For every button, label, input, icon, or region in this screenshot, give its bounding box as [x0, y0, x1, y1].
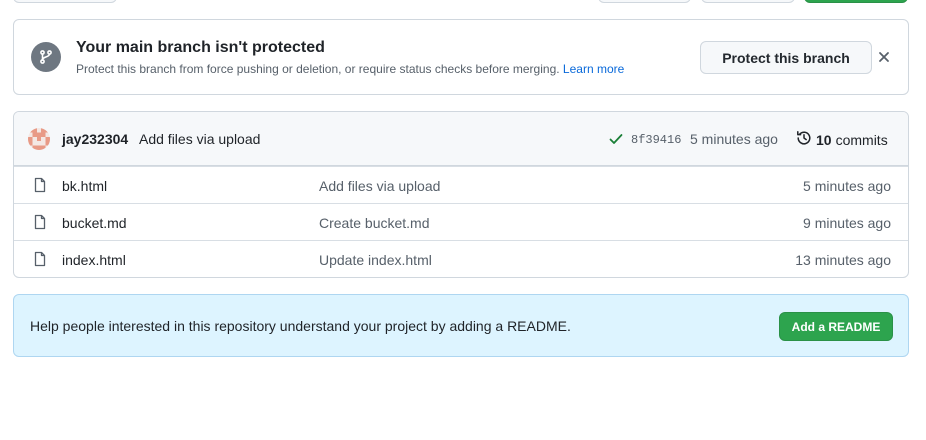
readme-banner-text: Help people interested in this repositor…	[30, 318, 571, 334]
commit-sha[interactable]: 8f39416	[631, 133, 681, 147]
table-row[interactable]: bucket.md Create bucket.md 9 minutes ago	[14, 203, 908, 240]
learn-more-link[interactable]: Learn more	[563, 62, 624, 76]
file-list: jay232304 Add files via upload 8f39416 5…	[13, 111, 909, 278]
file-icon	[32, 177, 48, 193]
commit-count: 10	[816, 131, 832, 148]
commit-message[interactable]: Add files via upload	[139, 131, 260, 147]
commits-history-link[interactable]: 10 commits	[796, 130, 888, 149]
file-name[interactable]: bk.html	[62, 178, 107, 194]
file-time: 5 minutes ago	[803, 178, 891, 194]
commit-author[interactable]: jay232304	[62, 131, 128, 147]
file-name[interactable]: index.html	[62, 252, 126, 268]
latest-commit-row: jay232304 Add files via upload 8f39416 5…	[14, 112, 908, 166]
file-commit-message[interactable]: Update index.html	[319, 252, 432, 268]
file-name[interactable]: bucket.md	[62, 215, 127, 231]
table-row[interactable]: bk.html Add files via upload 5 minutes a…	[14, 166, 908, 203]
check-icon[interactable]	[608, 131, 624, 147]
add-readme-button[interactable]: Add a README	[779, 312, 893, 341]
commit-time: 5 minutes ago	[690, 131, 778, 147]
code-button[interactable]	[804, 0, 908, 3]
file-time: 9 minutes ago	[803, 215, 891, 231]
protect-branch-button[interactable]: Protect this branch	[700, 41, 872, 74]
file-icon	[32, 214, 48, 230]
table-row[interactable]: index.html Update index.html 13 minutes …	[14, 240, 908, 277]
branch-select-button[interactable]	[13, 0, 117, 3]
git-branch-icon	[31, 42, 61, 72]
file-time: 13 minutes ago	[795, 252, 891, 268]
go-to-file-button[interactable]	[598, 0, 691, 3]
commits-label: commits	[835, 131, 888, 148]
close-icon[interactable]	[875, 48, 893, 66]
banner-description-text: Protect this branch from force pushing o…	[76, 62, 560, 76]
readme-banner: Help people interested in this repositor…	[13, 294, 909, 357]
branch-protection-banner: Your main branch isn't protected Protect…	[13, 19, 909, 95]
file-commit-message[interactable]: Create bucket.md	[319, 215, 430, 231]
avatar[interactable]	[28, 128, 50, 150]
add-file-button[interactable]	[701, 0, 795, 3]
file-icon	[32, 251, 48, 267]
file-commit-message[interactable]: Add files via upload	[319, 178, 440, 194]
banner-title: Your main branch isn't protected	[76, 39, 325, 56]
history-icon	[796, 130, 812, 149]
banner-description: Protect this branch from force pushing o…	[76, 62, 624, 76]
